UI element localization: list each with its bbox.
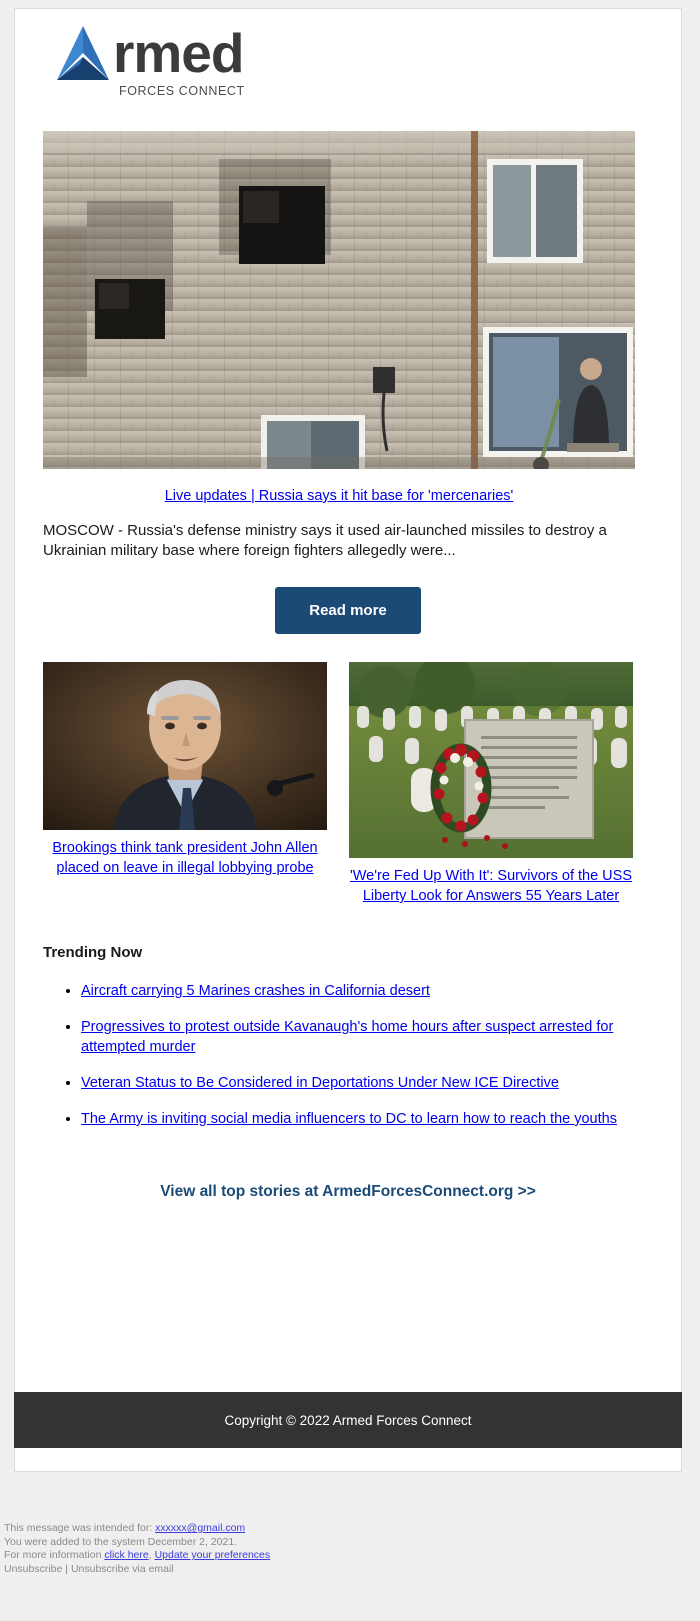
trending-list: Aircraft carrying 5 Marines crashes in C… (43, 981, 655, 1129)
article-card-right: 'We're Fed Up With It': Survivors of the… (349, 662, 633, 906)
hero-headline-row: Live updates | Russia says it hit base f… (43, 469, 635, 505)
footer-click-here-link[interactable]: click here (104, 1549, 148, 1561)
article-grid: Brookings think tank president John Alle… (43, 662, 655, 906)
trending-link[interactable]: Veteran Status to Be Considered in Depor… (81, 1075, 559, 1091)
copyright-text: Copyright © 2022 Armed Forces Connect (224, 1412, 472, 1428)
article-caption-left-link[interactable]: Brookings think tank president John Alle… (52, 840, 317, 876)
list-item: Aircraft carrying 5 Marines crashes in C… (81, 981, 655, 1001)
trending-link[interactable]: The Army is inviting social media influe… (81, 1111, 617, 1127)
footer-intended-line: This message was intended for: xxxxxx@gm… (4, 1522, 604, 1536)
footer-moreinfo-label: For more information (4, 1549, 102, 1561)
trending-link[interactable]: Progressives to protest outside Kavanaug… (81, 1019, 613, 1055)
trending-title: Trending Now (43, 944, 143, 961)
list-item: Progressives to protest outside Kavanaug… (81, 1017, 655, 1057)
article-image-left (43, 662, 327, 830)
footer-intended-label: This message was intended for: (4, 1522, 153, 1534)
hero-section: Live updates | Russia says it hit base f… (43, 131, 635, 505)
triangle-a-logo-icon (57, 26, 109, 80)
brand-wordmark: rmed (113, 22, 244, 84)
view-all-row: View all top stories at ArmedForcesConne… (15, 1183, 681, 1201)
view-all-stories-link[interactable]: View all top stories at ArmedForcesConne… (160, 1183, 536, 1200)
footer-unsubscribe-email-label[interactable]: Unsubscribe via email (71, 1563, 174, 1575)
footer-update-preferences-link[interactable]: Update your preferences (155, 1549, 271, 1561)
footer-email-link[interactable]: xxxxxx@gmail.com (155, 1522, 245, 1534)
email-body-card: rmed FORCES CONNECT Live updates | Russi… (14, 8, 682, 1472)
trending-section: Trending Now Aircraft carrying 5 Marines… (43, 944, 655, 1129)
email-header: rmed FORCES CONNECT (15, 9, 681, 131)
brand-logo[interactable]: rmed FORCES CONNECT (49, 23, 245, 98)
list-item: The Army is inviting social media influe… (81, 1109, 655, 1129)
hero-body-text: MOSCOW - Russia's defense ministry says … (43, 522, 607, 559)
list-item: Veteran Status to Be Considered in Depor… (81, 1073, 655, 1093)
copyright-bar: Copyright © 2022 Armed Forces Connect (14, 1392, 682, 1448)
footer-pipe: | (65, 1562, 69, 1575)
article-caption-right-row: 'We're Fed Up With It': Survivors of the… (349, 866, 633, 906)
footer-moreinfo-line: For more information click here, Update … (4, 1549, 604, 1563)
read-more-row: Read more (15, 587, 681, 634)
footer-added-line: You were added to the system December 2,… (4, 1535, 238, 1548)
footer-unsubscribe-line: Unsubscribe | Unsubscribe via email (4, 1563, 604, 1577)
read-more-button[interactable]: Read more (275, 587, 421, 634)
footer-comma: , (148, 1549, 152, 1561)
trending-link[interactable]: Aircraft carrying 5 Marines crashes in C… (81, 983, 430, 999)
footer-legal: This message was intended for: xxxxxx@gm… (4, 1522, 604, 1576)
footer-unsubscribe-label[interactable]: Unsubscribe (4, 1563, 62, 1575)
hero-headline-link[interactable]: Live updates | Russia says it hit base f… (165, 488, 514, 504)
hero-image (43, 131, 635, 469)
article-caption-right-link[interactable]: 'We're Fed Up With It': Survivors of the… (350, 868, 632, 904)
brand-tagline: FORCES CONNECT (119, 84, 245, 98)
article-image-right (349, 662, 633, 858)
article-caption-left-row: Brookings think tank president John Alle… (43, 838, 327, 878)
article-card-left: Brookings think tank president John Alle… (43, 662, 327, 878)
